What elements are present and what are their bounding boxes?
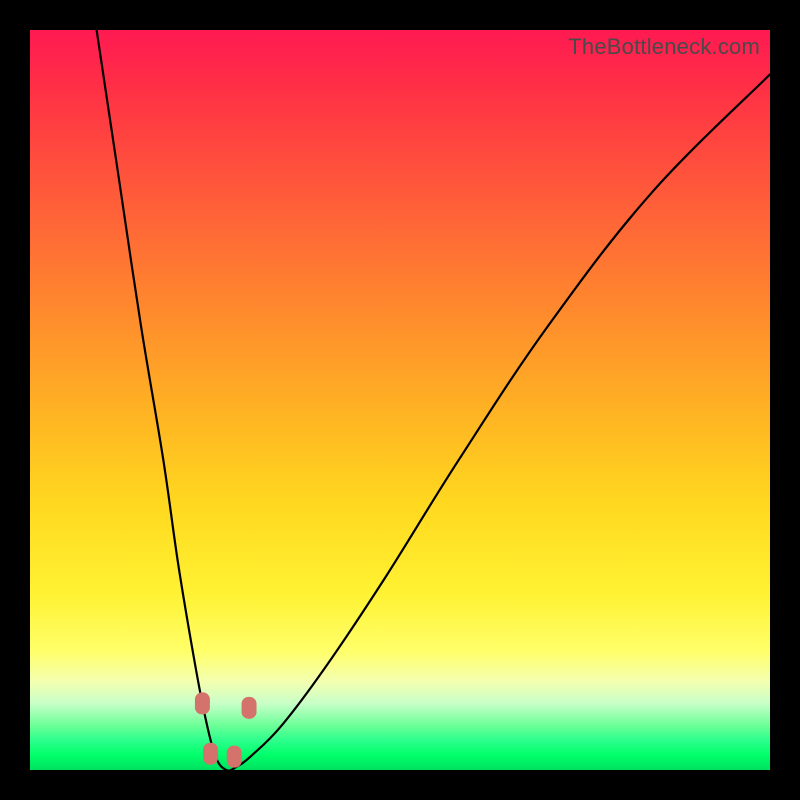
chart-svg [30,30,770,770]
bottleneck-curve [97,30,770,771]
chart-plot-area: TheBottleneck.com [30,30,770,770]
curve-marker [242,697,257,719]
curve-markers [195,692,257,767]
curve-marker [227,746,242,768]
chart-frame: TheBottleneck.com [0,0,800,800]
curve-marker [195,692,210,714]
curve-marker [203,743,218,765]
